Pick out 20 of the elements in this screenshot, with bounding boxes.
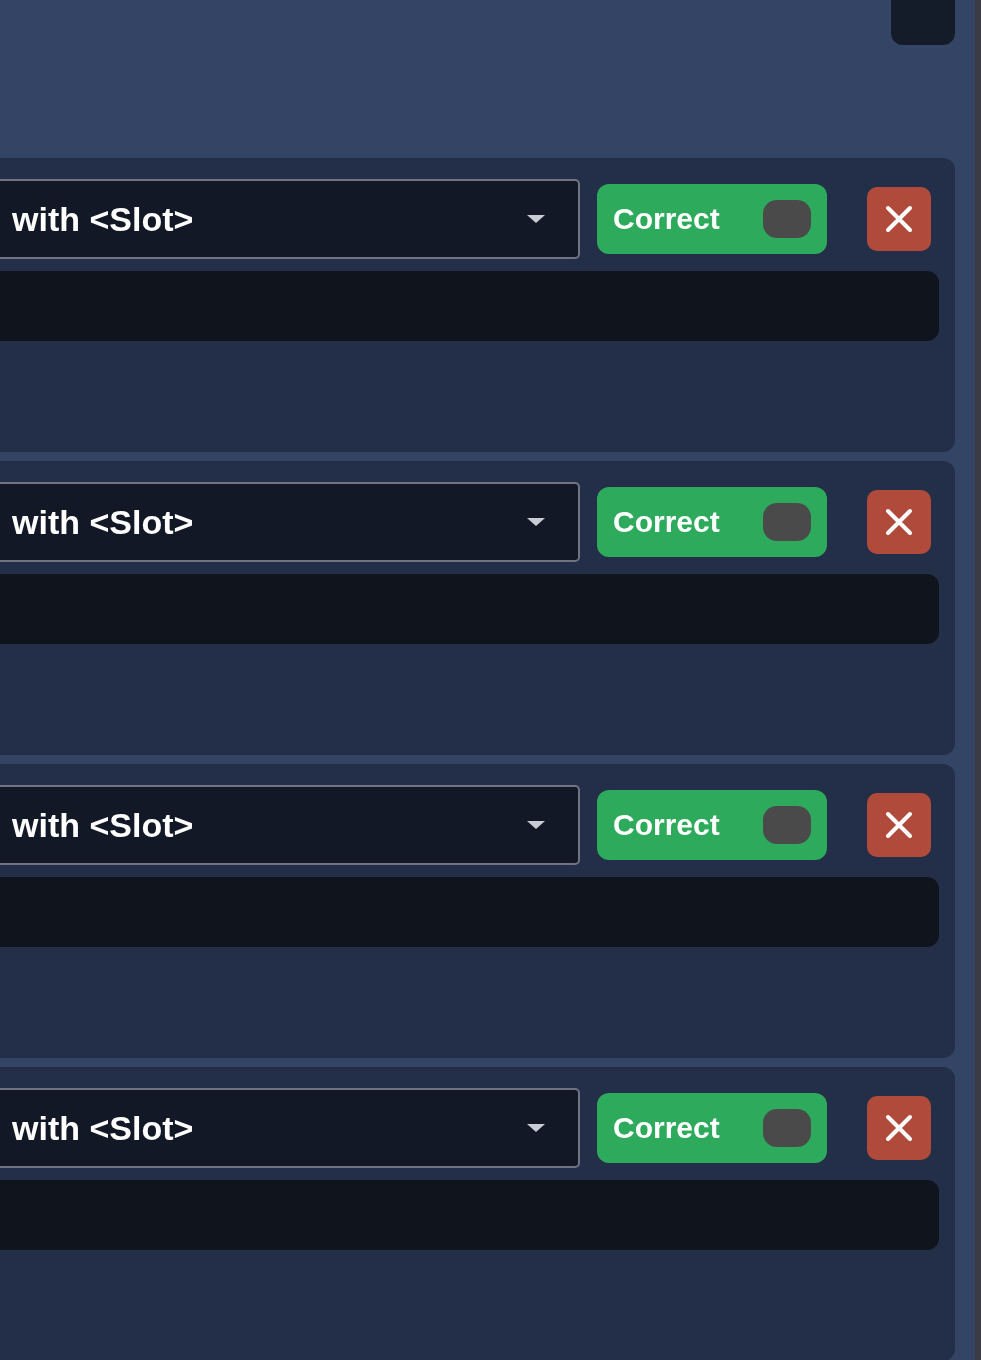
answer-field[interactable] <box>0 1180 939 1250</box>
close-button[interactable] <box>867 187 931 251</box>
close-icon <box>885 811 913 839</box>
select-field[interactable]: with <Slot> <box>0 785 580 865</box>
answer-field[interactable] <box>0 574 939 644</box>
caret-icon <box>526 517 546 527</box>
close-icon <box>885 508 913 536</box>
close-icon <box>885 1114 913 1142</box>
close-button[interactable] <box>867 1096 931 1160</box>
select-field[interactable]: with <Slot> <box>0 179 580 259</box>
caret-icon <box>526 1123 546 1133</box>
select-field[interactable]: with <Slot> <box>0 482 580 562</box>
select-field[interactable]: with <Slot> <box>0 1088 580 1168</box>
answer-field[interactable] <box>0 877 939 947</box>
close-button[interactable] <box>867 490 931 554</box>
caret-icon <box>526 214 546 224</box>
answer-field[interactable] <box>0 271 939 341</box>
caret-icon <box>526 820 546 830</box>
close-icon <box>885 205 913 233</box>
close-button[interactable] <box>867 793 931 857</box>
